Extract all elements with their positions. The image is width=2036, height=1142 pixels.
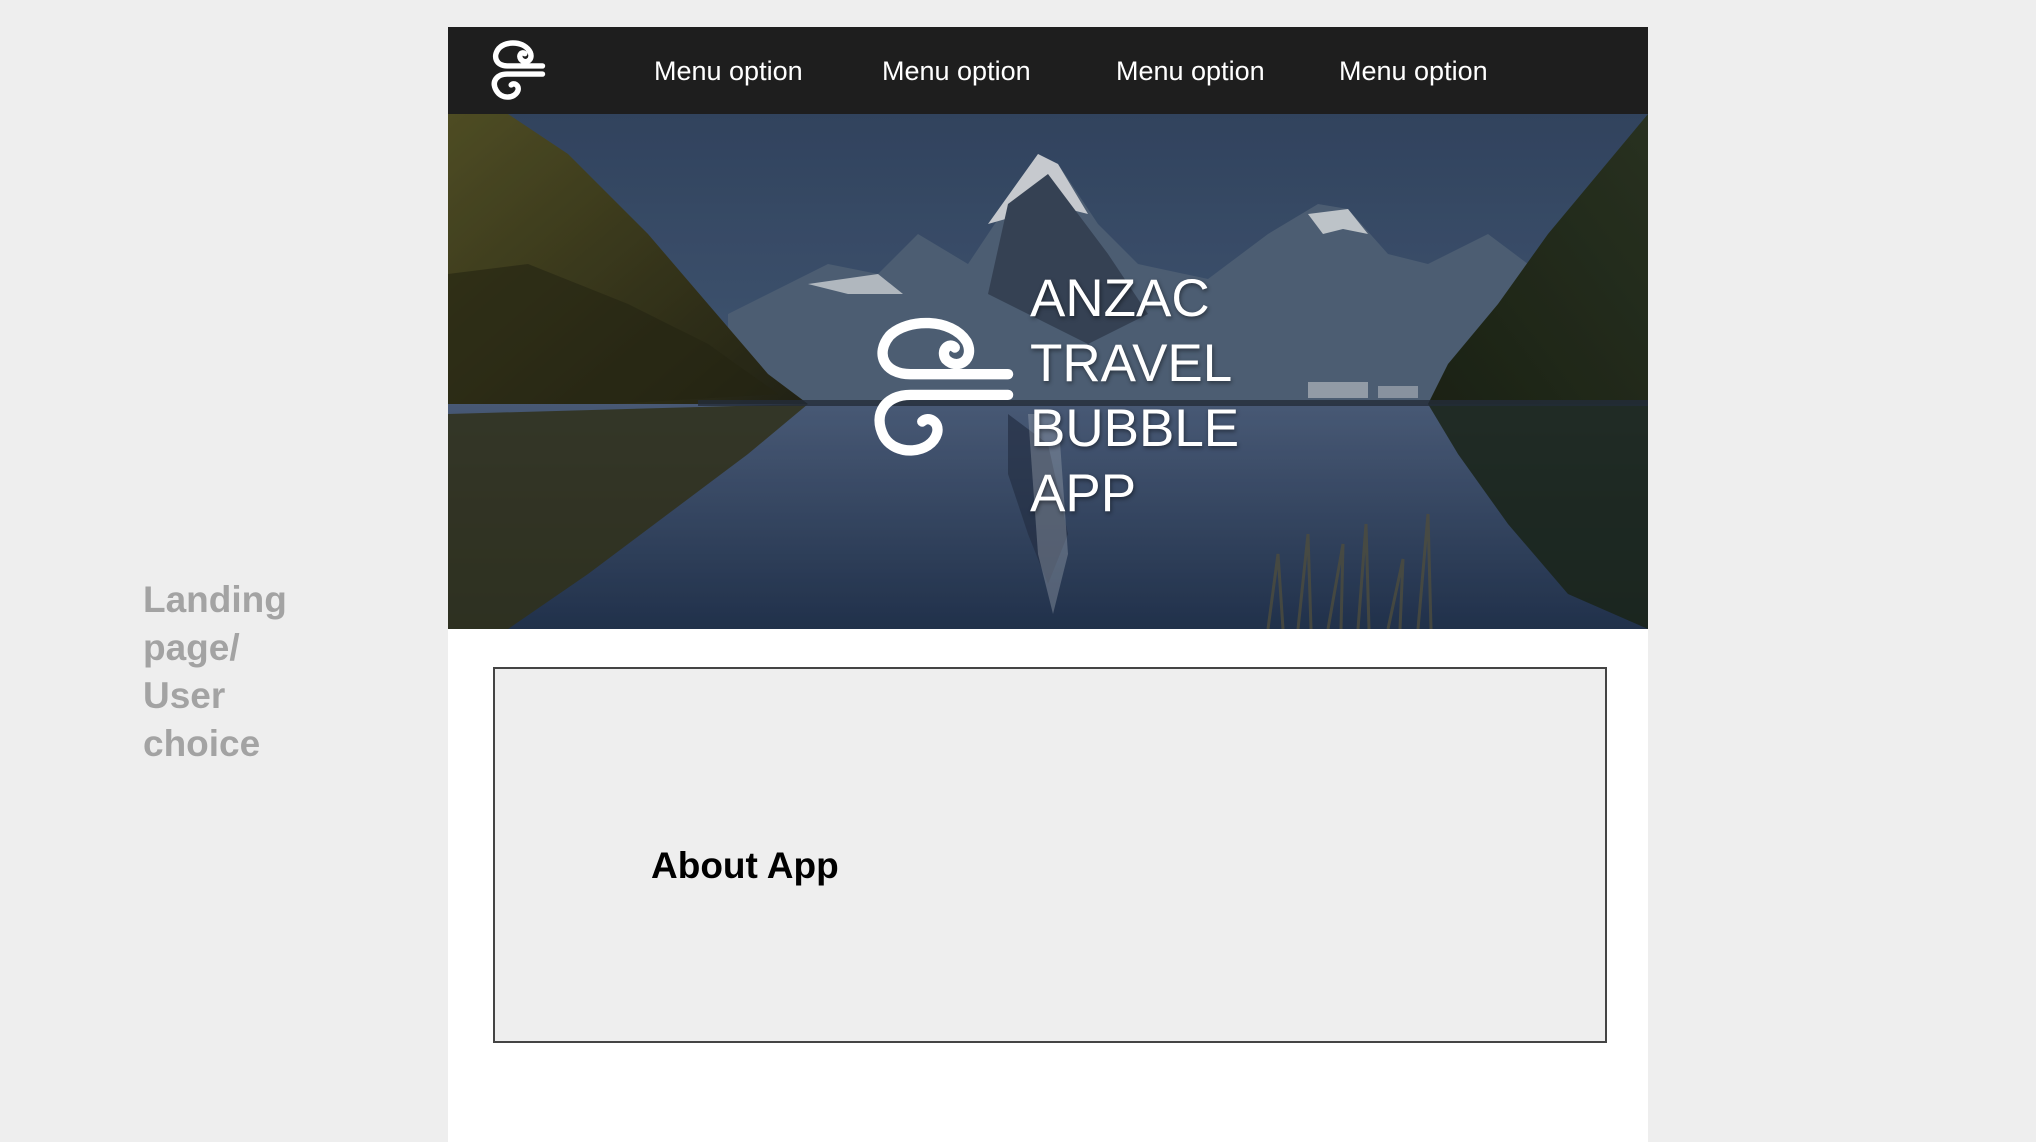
- page-annotation-label: Landing page/ User choice: [143, 579, 287, 764]
- about-app-card[interactable]: About App: [493, 667, 1607, 1043]
- nav-menu-option-1[interactable]: Menu option: [654, 55, 803, 87]
- app-title: ANZAC TRAVEL BUBBLE APP: [1030, 269, 1240, 523]
- koru-logo-icon: [866, 312, 1014, 460]
- nav-menu-option-4[interactable]: Menu option: [1339, 55, 1488, 87]
- top-navigation-bar: Menu option Menu option Menu option Menu…: [448, 27, 1648, 114]
- koru-logo-icon[interactable]: [484, 36, 552, 104]
- app-frame: Menu option Menu option Menu option Menu…: [448, 27, 1648, 1142]
- nav-menu-option-2[interactable]: Menu option: [882, 55, 1031, 87]
- hero-banner: ANZAC TRAVEL BUBBLE APP: [448, 114, 1648, 629]
- nav-menu-option-3[interactable]: Menu option: [1116, 55, 1265, 87]
- about-app-title: About App: [651, 845, 839, 886]
